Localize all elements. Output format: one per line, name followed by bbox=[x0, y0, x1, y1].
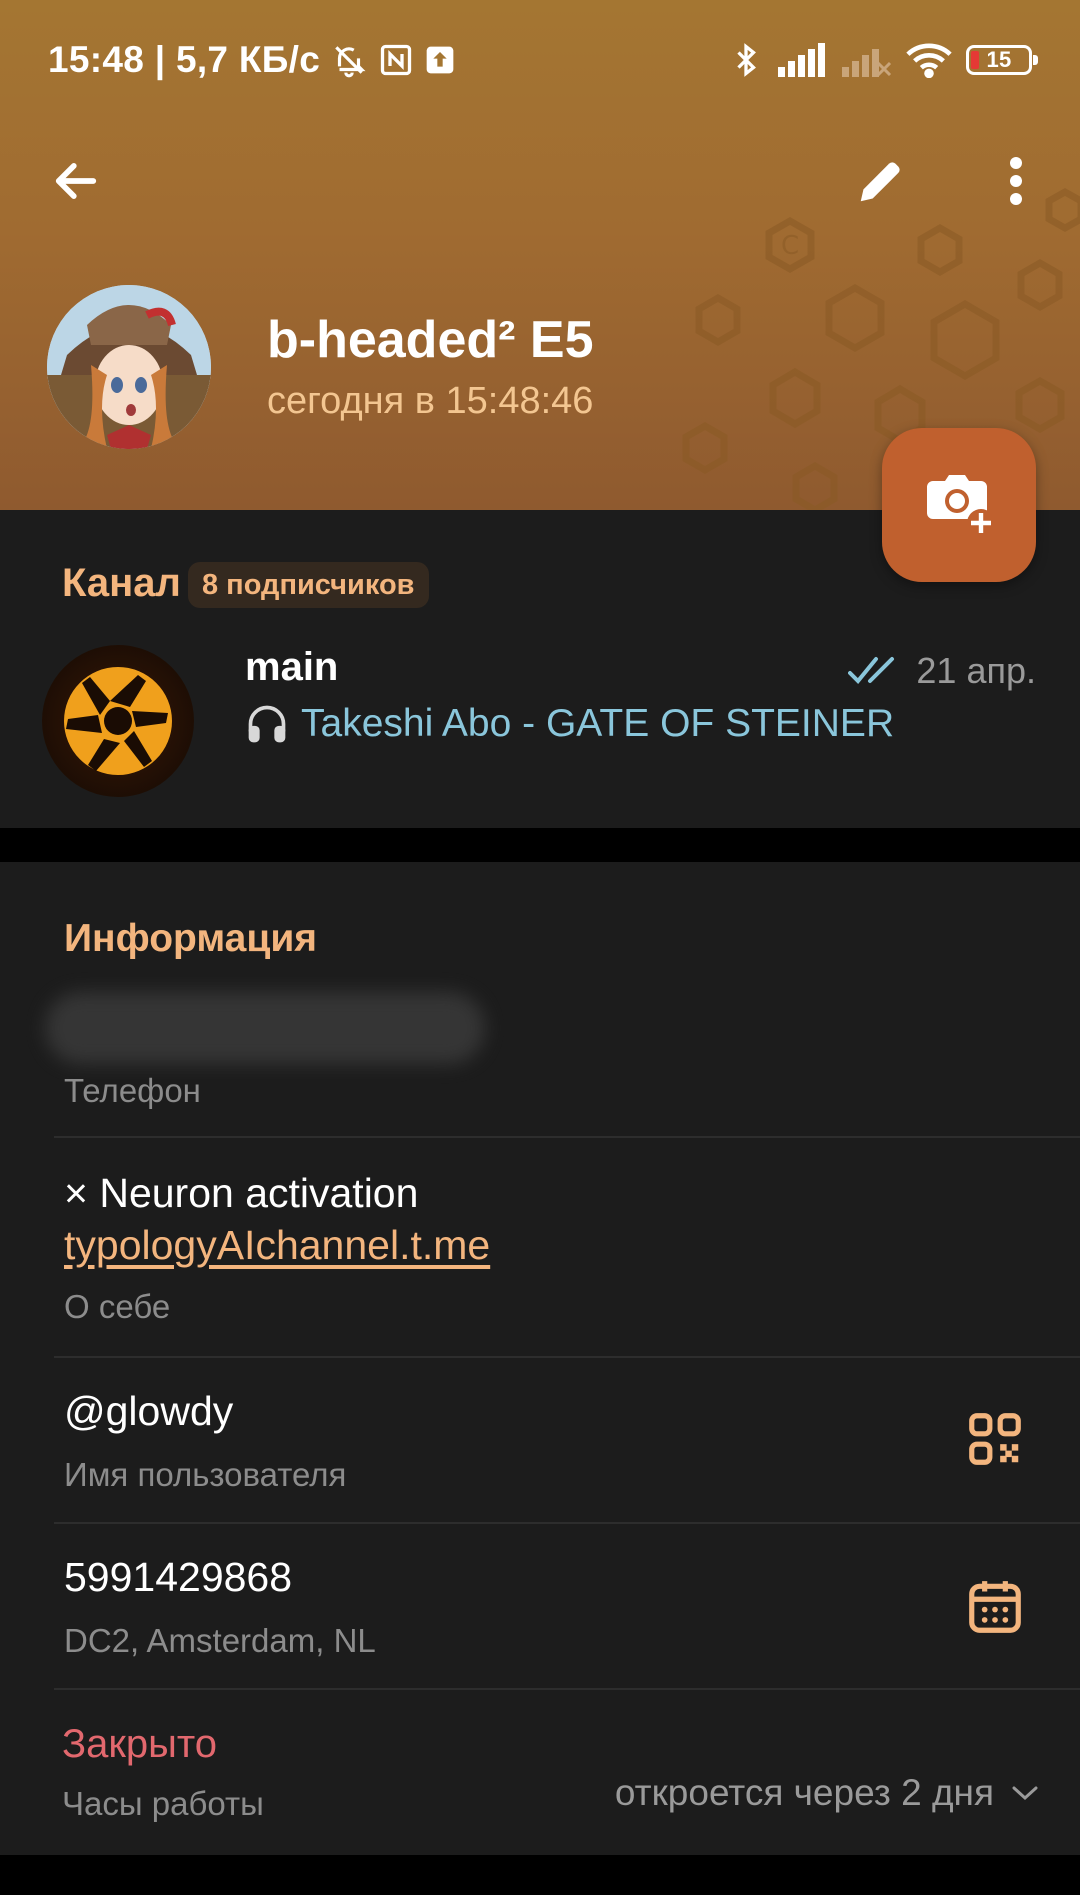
more-options-button[interactable] bbox=[980, 145, 1052, 217]
phone-row[interactable]: Телефон bbox=[0, 862, 1080, 1137]
user-id-row[interactable]: 5991429868 DC2, Amsterdam, NL bbox=[0, 1524, 1080, 1688]
info-section: Информация Телефон × Neuron activation t… bbox=[0, 862, 1080, 1855]
profile-name: b-headed² E5 bbox=[267, 311, 594, 369]
username-value: @glowdy bbox=[64, 1388, 234, 1434]
bio-text: × Neuron activation bbox=[64, 1170, 419, 1216]
registration-date-button[interactable] bbox=[962, 1574, 1028, 1640]
hours-opens-text: откроется через 2 дня bbox=[614, 1772, 994, 1813]
user-id-value: 5991429868 bbox=[64, 1554, 293, 1600]
channel-title: main bbox=[245, 645, 339, 689]
hours-caption: Часы работы bbox=[62, 1785, 264, 1822]
hours-expand[interactable]: откроется через 2 дня bbox=[615, 1772, 1040, 1814]
redacted-phone-number bbox=[45, 992, 485, 1064]
status-time-speed: 15:48 | 5,7 КБ/с bbox=[48, 39, 321, 80]
set-photo-button[interactable] bbox=[882, 428, 1036, 582]
pencil-icon bbox=[860, 162, 900, 202]
business-hours-row[interactable]: Закрыто Часы работы откроется через 2 дн… bbox=[0, 1690, 1080, 1855]
more-vert-icon bbox=[1010, 157, 1022, 205]
channel-message-text: Takeshi Abo - GATE OF STEINER bbox=[301, 702, 895, 745]
subscribers-badge: 8 подписчиков bbox=[188, 562, 429, 608]
status-bar: 15:48 | 5,7 КБ/с 15 bbox=[0, 0, 1080, 120]
svg-text:C: C bbox=[781, 231, 799, 261]
hours-status: Закрыто bbox=[62, 1722, 218, 1766]
upload-icon bbox=[424, 44, 456, 76]
nfc-icon bbox=[378, 42, 414, 78]
bell-off-icon bbox=[330, 41, 368, 79]
bio-link[interactable]: typologyAIchannel.t.me bbox=[64, 1222, 490, 1269]
signal-icon bbox=[778, 43, 828, 77]
back-button[interactable] bbox=[40, 145, 112, 217]
datacenter-caption: DC2, Amsterdam, NL bbox=[64, 1622, 376, 1659]
username-caption: Имя пользователя bbox=[64, 1456, 347, 1493]
headphones-icon bbox=[248, 705, 286, 743]
edit-button[interactable] bbox=[845, 145, 917, 217]
qr-code-button[interactable] bbox=[962, 1406, 1028, 1472]
camera-add-icon bbox=[927, 475, 995, 537]
last-seen-status: сегодня в 15:48:46 bbox=[267, 380, 594, 422]
calendar-icon bbox=[969, 1581, 1021, 1633]
battery-indicator: 15 bbox=[966, 45, 1038, 75]
channel-label: Канал bbox=[62, 561, 181, 605]
avatar-image bbox=[47, 285, 211, 449]
qr-code-icon bbox=[969, 1413, 1021, 1465]
aperture-logo-icon bbox=[64, 667, 172, 775]
profile-avatar[interactable] bbox=[47, 285, 211, 449]
battery-level: 15 bbox=[986, 47, 1012, 72]
channel-last-message: Takeshi Abo - GATE OF STEINER bbox=[245, 702, 894, 746]
back-arrow-icon bbox=[55, 163, 97, 199]
channel-avatar bbox=[42, 645, 194, 797]
bio-row[interactable]: × Neuron activation typologyAIchannel.t.… bbox=[0, 1138, 1080, 1356]
chevron-down-icon bbox=[1012, 1786, 1038, 1801]
username-row[interactable]: @glowdy Имя пользователя bbox=[0, 1358, 1080, 1522]
phone-caption: Телефон bbox=[64, 1072, 201, 1109]
double-check-icon bbox=[848, 657, 895, 684]
bio-caption: О себе bbox=[64, 1288, 171, 1325]
signal-off-icon bbox=[842, 43, 892, 77]
channel-date-text: 21 апр. bbox=[916, 650, 1036, 691]
bluetooth-icon bbox=[728, 40, 764, 80]
channel-last-post-date: 21 апр. bbox=[848, 650, 1036, 692]
wifi-icon bbox=[906, 42, 952, 78]
